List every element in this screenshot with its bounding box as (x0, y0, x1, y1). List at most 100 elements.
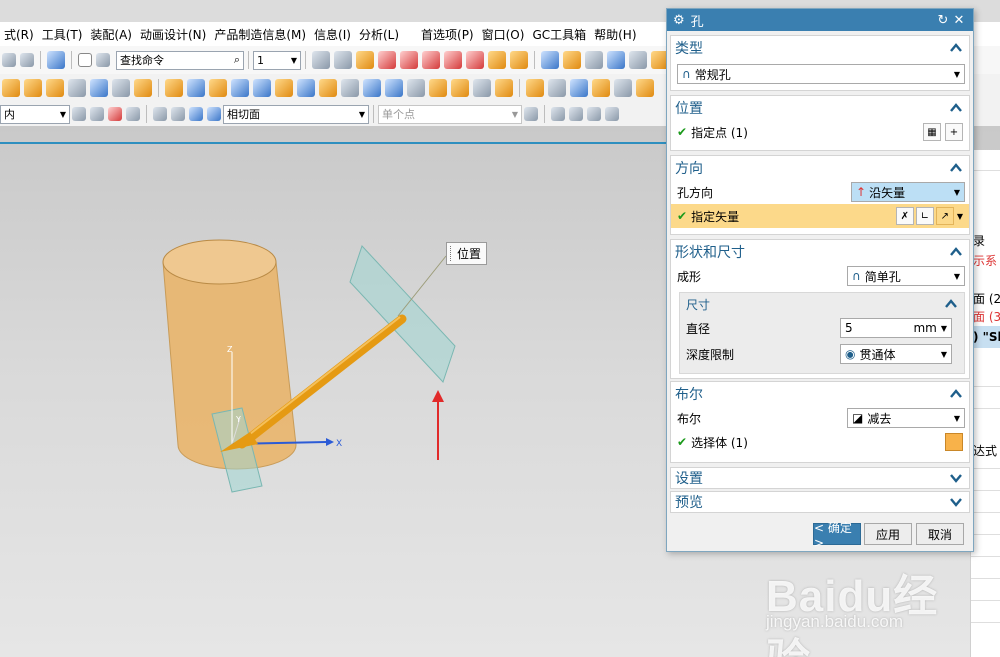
unite-icon[interactable] (407, 79, 425, 97)
nav-row-3[interactable]: 面 (2) (973, 290, 1000, 307)
menu-window[interactable]: 窗口(O) (478, 26, 529, 43)
nav-row-5[interactable]: ) "Sh (973, 330, 1000, 344)
menu-preferences[interactable]: 首选项(P) (417, 26, 478, 43)
emboss-icon[interactable] (592, 79, 610, 97)
paint-icon[interactable] (96, 53, 110, 67)
cylinder-top-face[interactable] (162, 239, 277, 285)
position-label[interactable]: 位置 (446, 242, 488, 265)
snap-icon[interactable] (126, 107, 140, 121)
rib-icon[interactable] (548, 79, 566, 97)
color-swatch-icon[interactable] (78, 53, 92, 67)
groove-icon[interactable] (209, 79, 227, 97)
snap-mid-icon[interactable] (605, 107, 619, 121)
layer-icon[interactable] (312, 51, 330, 69)
section-boolean-header[interactable]: 布尔 (671, 382, 969, 406)
snap-line-icon[interactable] (569, 107, 583, 121)
section-direction-header[interactable]: 方向 (671, 156, 969, 180)
vector-dialog-icon[interactable]: ∟ (915, 207, 934, 225)
view-cube-icon[interactable] (47, 51, 65, 69)
intersect-icon[interactable] (451, 79, 469, 97)
dialog-titlebar[interactable]: ⚙ 孔 ↻ ✕ (667, 9, 973, 31)
snapshot-icon[interactable] (585, 51, 603, 69)
offset-face-icon[interactable] (363, 79, 381, 97)
tube-icon[interactable] (112, 79, 130, 97)
select-body-row[interactable]: ✔ 选择体 (1) (671, 430, 969, 454)
reset-icon[interactable]: ↻ (935, 13, 951, 28)
apply-button[interactable]: 应用 (864, 523, 912, 545)
brush-icon[interactable] (510, 51, 528, 69)
sweep-icon[interactable] (614, 79, 632, 97)
draft-icon[interactable] (526, 79, 544, 97)
menu-format[interactable]: 式(R) (0, 26, 38, 43)
arrow-right-icon[interactable] (524, 107, 538, 121)
reverse-direction-icon[interactable]: ✗ (895, 207, 914, 225)
trim-body-icon[interactable] (341, 79, 359, 97)
specify-point-row[interactable]: ✔ 指定点 (1) ▦ + (671, 120, 969, 144)
close-icon[interactable]: ✕ (951, 13, 967, 28)
cylinder-icon[interactable] (68, 79, 86, 97)
nav-row-1[interactable]: 录 (973, 232, 985, 249)
layer-settings-icon[interactable] (334, 51, 352, 69)
wcs-dynamic-icon[interactable] (400, 51, 418, 69)
sketch-section-icon[interactable]: ▦ (923, 123, 941, 141)
nav-row-4[interactable]: 面 (3) (973, 308, 1000, 325)
measure-icon[interactable] (629, 51, 647, 69)
thread-icon[interactable] (570, 79, 588, 97)
extrude-icon[interactable] (2, 79, 20, 97)
edge-blend-icon[interactable] (473, 79, 491, 97)
thicken-icon[interactable] (385, 79, 403, 97)
depth-limit-select[interactable]: ◉ 贯通体 ▼ (840, 344, 952, 364)
wcs-rotate-icon[interactable] (422, 51, 440, 69)
diameter-input[interactable]: 5 mm ▼ (840, 318, 952, 338)
wcs-display-icon[interactable] (466, 51, 484, 69)
shell-icon[interactable] (319, 79, 337, 97)
section-position-header[interactable]: 位置 (671, 96, 969, 120)
repeat-command-icon[interactable] (20, 53, 34, 67)
menu-info[interactable]: 信息(I) (310, 26, 355, 43)
boolean-select[interactable]: ◪ 减去 ▼ (847, 408, 965, 428)
move-layer-icon[interactable] (356, 51, 374, 69)
scale-select[interactable]: 1 ▼ (253, 50, 301, 70)
hole-form-select[interactable]: ∩ 简单孔 ▼ (847, 266, 965, 286)
ok-button[interactable]: < 确定 > (813, 521, 861, 550)
select-red-icon[interactable] (108, 107, 122, 121)
show-hide-icon[interactable] (189, 107, 203, 121)
menu-gc-toolbox[interactable]: GC工具箱 (528, 26, 590, 43)
pencil-icon[interactable] (488, 51, 506, 69)
redo-icon[interactable] (2, 53, 16, 67)
subtract-icon[interactable] (429, 79, 447, 97)
block-icon[interactable] (24, 79, 42, 97)
menu-assembly[interactable]: 装配(A) (86, 26, 136, 43)
wcs-orient-icon[interactable] (444, 51, 462, 69)
rect-select-icon[interactable] (153, 107, 167, 121)
menu-analysis[interactable]: 分析(L) (355, 26, 403, 43)
gear-icon[interactable]: ⚙ (673, 13, 685, 28)
point-dialog-icon[interactable]: + (945, 123, 963, 141)
command-search-field[interactable]: 查找命令 ⌕ (116, 50, 244, 70)
point-filter-select[interactable]: 单个点 ▼ (378, 104, 522, 124)
section-settings-header[interactable]: 设置 (671, 468, 969, 488)
inferred-vector-icon[interactable]: ↗ (935, 207, 954, 225)
shaded-icon[interactable] (207, 107, 221, 121)
chamfer-icon[interactable] (495, 79, 513, 97)
menu-help[interactable]: 帮助(H) (590, 26, 640, 43)
transform-icon[interactable] (541, 51, 559, 69)
filter-select[interactable]: 内 ▼ (0, 104, 70, 124)
mirror-icon[interactable] (275, 79, 293, 97)
pocket-icon[interactable] (165, 79, 183, 97)
menu-animation[interactable]: 动画设计(N) (136, 26, 210, 43)
body-color-icon[interactable] (563, 51, 581, 69)
nav-row-6[interactable]: 达式 (973, 442, 997, 459)
sketch-icon[interactable] (297, 79, 315, 97)
menu-pmi[interactable]: 产品制造信息(M) (210, 26, 310, 43)
snap-type-select[interactable]: 相切面 ▼ (223, 104, 369, 124)
snap-curve-icon[interactable] (587, 107, 601, 121)
cancel-button[interactable]: 取消 (916, 523, 964, 545)
section-shape-header[interactable]: 形状和尺寸 (671, 240, 969, 264)
wcs-origin-icon[interactable] (378, 51, 396, 69)
boss-icon[interactable] (134, 79, 152, 97)
pattern-icon[interactable] (253, 79, 271, 97)
pad-icon[interactable] (187, 79, 205, 97)
snap-point-icon[interactable] (551, 107, 565, 121)
sphere-icon[interactable] (90, 79, 108, 97)
